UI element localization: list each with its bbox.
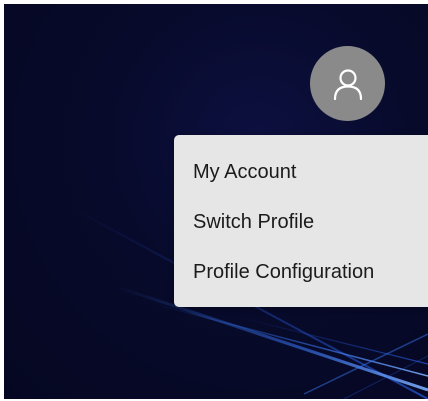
menu-item-switch-profile[interactable]: Switch Profile bbox=[174, 197, 428, 247]
user-icon bbox=[333, 68, 362, 100]
profile-menu: My Account Switch Profile Profile Config… bbox=[174, 135, 428, 307]
menu-item-my-account[interactable]: My Account bbox=[174, 147, 428, 197]
menu-item-profile-configuration[interactable]: Profile Configuration bbox=[174, 247, 428, 297]
profile-avatar-button[interactable] bbox=[310, 46, 385, 121]
